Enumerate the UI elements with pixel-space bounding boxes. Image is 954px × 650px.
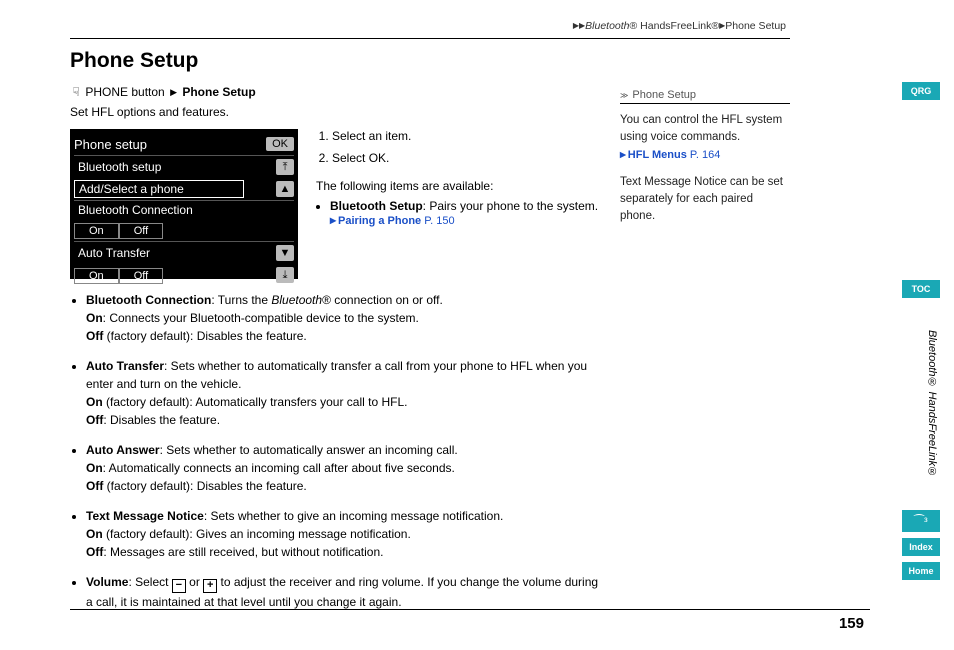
scroll-top-icon: ⤒	[276, 159, 294, 175]
side-heading: ≫Phone Setup	[620, 89, 790, 101]
minus-icon: −	[172, 579, 186, 593]
bottom-rule	[70, 609, 870, 610]
steps-column: Select an item. Select OK. The following…	[316, 129, 600, 229]
nav-path: ☟ PHONE button ▶ Phone Setup	[70, 85, 600, 99]
link-hfl-menus[interactable]: HFL Menus P. 164	[628, 149, 721, 161]
tab-home[interactable]: Home	[902, 562, 940, 580]
device-bt-conn: Bluetooth Connection	[74, 201, 294, 219]
item-auto-transfer: Auto Transfer: Sets whether to automatic…	[86, 357, 600, 429]
tab-qrg[interactable]: QRG	[902, 82, 940, 100]
tab-voice[interactable]: ⁀ᵌ	[902, 510, 940, 532]
top-rule	[70, 38, 790, 39]
step-1: Select an item.	[332, 129, 600, 143]
device-ok-button: OK	[266, 137, 294, 151]
breadcrumb: ▶▶Bluetooth® HandsFreeLink®▶Phone Setup	[70, 20, 790, 32]
item-bluetooth-connection: Bluetooth Connection: Turns the Bluetoot…	[86, 291, 600, 345]
scroll-down-icon: ▼	[276, 245, 294, 261]
device-bt-setup: Bluetooth setup	[74, 158, 165, 176]
link-arrow-icon: ▸	[620, 149, 626, 161]
link-arrow-icon: ▸	[330, 213, 336, 227]
device-at-off: Off	[119, 268, 163, 284]
side-p1: You can control the HFL system using voi…	[620, 112, 790, 164]
scroll-up-icon: ▲	[276, 181, 294, 197]
device-add-select: Add/Select a phone	[74, 180, 244, 198]
side-rule	[620, 103, 790, 104]
device-bt-on: On	[74, 223, 119, 239]
side-p2: Text Message Notice can be set separatel…	[620, 174, 790, 226]
intro-text: Set HFL options and features.	[70, 105, 600, 119]
scroll-bottom-icon: ⤓	[276, 267, 294, 283]
item-volume: Volume: Select − or + to adjust the rece…	[86, 573, 600, 611]
device-screenshot: Phone setup OK Bluetooth setup ⤒ Add/Sel…	[70, 129, 298, 279]
device-at-on: On	[74, 268, 119, 284]
device-bt-off: Off	[119, 223, 163, 239]
tab-toc[interactable]: TOC	[902, 280, 940, 298]
device-auto-transfer: Auto Transfer	[74, 244, 154, 262]
tab-index[interactable]: Index	[902, 538, 940, 556]
page-title: Phone Setup	[70, 49, 790, 73]
link-pairing-phone[interactable]: Pairing a Phone P. 150	[338, 215, 455, 227]
plus-icon: +	[203, 579, 217, 593]
hand-cursor-icon: ☟	[70, 85, 82, 99]
page-number: 159	[839, 615, 864, 632]
main-column: ☟ PHONE button ▶ Phone Setup Set HFL opt…	[70, 85, 600, 623]
item-bluetooth-setup: Bluetooth Setup: Pairs your phone to the…	[330, 199, 600, 227]
device-title: Phone setup	[74, 137, 147, 152]
item-text-message-notice: Text Message Notice: Sets whether to giv…	[86, 507, 600, 561]
item-auto-answer: Auto Answer: Sets whether to automatical…	[86, 441, 600, 495]
step-2: Select OK.	[332, 151, 600, 165]
side-column: ≫Phone Setup You can control the HFL sys…	[620, 85, 790, 623]
section-label: Bluetooth® HandsFreeLink®	[920, 330, 938, 500]
available-intro: The following items are available:	[316, 179, 600, 193]
